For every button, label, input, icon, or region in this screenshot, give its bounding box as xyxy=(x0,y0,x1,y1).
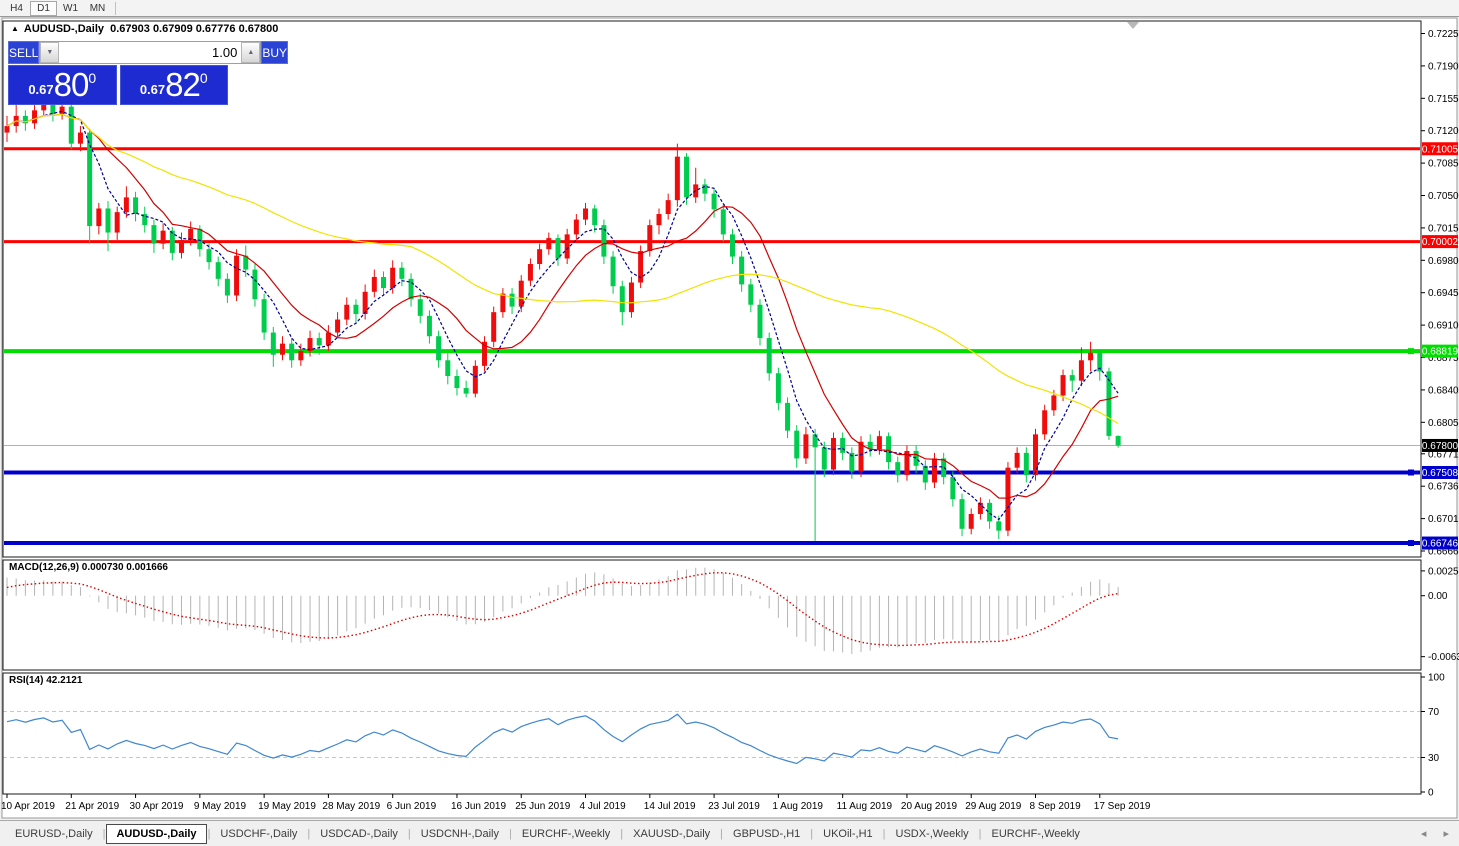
chart-ohlc-values: 0.67903 0.67909 0.67776 0.67800 xyxy=(110,23,278,35)
svg-text:0.00: 0.00 xyxy=(1428,591,1448,602)
tab-eurchf-weekly[interactable]: EURCHF-,Weekly xyxy=(983,825,1089,843)
svg-text:70: 70 xyxy=(1428,707,1440,718)
tab-xauusd-daily[interactable]: XAUUSD-,Daily xyxy=(624,825,719,843)
buy-price-point: 0 xyxy=(200,70,208,86)
svg-text:0.70850: 0.70850 xyxy=(1428,159,1459,170)
svg-text:0.70500: 0.70500 xyxy=(1428,191,1459,202)
svg-text:9 May 2019: 9 May 2019 xyxy=(194,801,247,812)
svg-text:0.69800: 0.69800 xyxy=(1428,256,1459,267)
rsi-label: RSI(14) 42.2121 xyxy=(9,675,82,686)
buy-price-pips: 82 xyxy=(165,67,200,103)
one-click-trading-panel: SELL ▼ ▲ BUY 0.67800 0.67820 xyxy=(8,41,228,105)
sell-price-prefix: 0.67 xyxy=(28,82,53,97)
svg-text:17 Sep 2019: 17 Sep 2019 xyxy=(1094,801,1151,812)
svg-text:30: 30 xyxy=(1428,753,1440,764)
tab-scroll-left-icon[interactable]: ◂ xyxy=(1421,828,1427,840)
svg-text:0.71900: 0.71900 xyxy=(1428,61,1459,72)
collapse-panel-icon[interactable]: ▲ xyxy=(11,24,19,33)
svg-text:20 Aug 2019: 20 Aug 2019 xyxy=(901,801,958,812)
chart-title-bar: ▲ AUDUSD-,Daily 0.67903 0.67909 0.67776 0… xyxy=(11,23,278,35)
tab-usdchf-daily[interactable]: USDCHF-,Daily xyxy=(211,825,306,843)
volume-increase-icon[interactable]: ▲ xyxy=(241,42,260,63)
sell-button[interactable]: SELL xyxy=(8,41,39,64)
svg-text:0.71200: 0.71200 xyxy=(1428,126,1459,137)
tab-audusd-daily[interactable]: AUDUSD-,Daily xyxy=(106,824,206,844)
sell-price-point: 0 xyxy=(88,70,96,86)
svg-text:0.67360: 0.67360 xyxy=(1428,482,1459,493)
svg-text:11 Aug 2019: 11 Aug 2019 xyxy=(837,801,893,812)
svg-text:0.68400: 0.68400 xyxy=(1428,385,1459,396)
svg-text:23 Jul 2019: 23 Jul 2019 xyxy=(708,801,760,812)
svg-text:6 Jun 2019: 6 Jun 2019 xyxy=(387,801,437,812)
svg-text:8 Sep 2019: 8 Sep 2019 xyxy=(1029,801,1081,812)
svg-text:30 Apr 2019: 30 Apr 2019 xyxy=(130,801,184,812)
volume-decrease-icon[interactable]: ▼ xyxy=(40,42,59,63)
tab-gbpusd-h1[interactable]: GBPUSD-,H1 xyxy=(724,825,809,843)
symbol-tab-bar: EURUSD-,Daily|AUDUSD-,Daily|USDCHF-,Dail… xyxy=(0,820,1459,846)
sell-price-pips: 80 xyxy=(54,67,89,103)
volume-input[interactable] xyxy=(59,42,241,63)
svg-text:-0.00632: -0.00632 xyxy=(1428,652,1459,663)
svg-text:0.69450: 0.69450 xyxy=(1428,288,1459,299)
sell-price-tile[interactable]: 0.67800 xyxy=(8,65,117,105)
tab-scroll-nav: ◂ ▸ xyxy=(1407,827,1449,840)
svg-text:29 Aug 2019: 29 Aug 2019 xyxy=(965,801,1022,812)
svg-text:0.002574: 0.002574 xyxy=(1428,566,1459,577)
tab-eurchf-weekly[interactable]: EURCHF-,Weekly xyxy=(513,825,619,843)
svg-text:0: 0 xyxy=(1428,788,1434,799)
buy-price-tile[interactable]: 0.67820 xyxy=(120,65,229,105)
buy-price-prefix: 0.67 xyxy=(140,82,165,97)
volume-stepper: ▼ ▲ xyxy=(39,41,261,64)
tab-scroll-right-icon[interactable]: ▸ xyxy=(1443,828,1449,840)
svg-text:0.69100: 0.69100 xyxy=(1428,321,1459,332)
svg-text:10 Apr 2019: 10 Apr 2019 xyxy=(1,801,55,812)
timeframe-button-mn[interactable]: MN xyxy=(84,1,111,16)
tab-usdcnh-daily[interactable]: USDCNH-,Daily xyxy=(412,825,508,843)
tab-usdx-weekly[interactable]: USDX-,Weekly xyxy=(887,825,978,843)
svg-text:100: 100 xyxy=(1428,673,1445,684)
timeframe-button-d1[interactable]: D1 xyxy=(30,1,57,16)
timeframe-button-h4[interactable]: H4 xyxy=(3,1,30,16)
svg-text:0.70150: 0.70150 xyxy=(1428,223,1459,234)
chart-symbol-period: AUDUSD-,Daily xyxy=(24,23,104,35)
tab-ukoil-h1[interactable]: UKOil-,H1 xyxy=(814,825,882,843)
svg-text:4 Jul 2019: 4 Jul 2019 xyxy=(580,801,627,812)
buy-button[interactable]: BUY xyxy=(261,41,288,64)
svg-text:25 Jun 2019: 25 Jun 2019 xyxy=(515,801,570,812)
macd-label: MACD(12,26,9) 0.000730 0.001666 xyxy=(9,562,168,573)
svg-text:0.68050: 0.68050 xyxy=(1428,418,1459,429)
svg-text:19 May 2019: 19 May 2019 xyxy=(258,801,316,812)
svg-text:21 Apr 2019: 21 Apr 2019 xyxy=(65,801,119,812)
svg-text:14 Jul 2019: 14 Jul 2019 xyxy=(644,801,696,812)
svg-text:16 Jun 2019: 16 Jun 2019 xyxy=(451,801,506,812)
svg-text:28 May 2019: 28 May 2019 xyxy=(322,801,380,812)
svg-text:0.68819: 0.68819 xyxy=(1422,347,1459,358)
timeframe-toolbar: H4D1W1MN xyxy=(0,0,1459,17)
svg-text:0.67508: 0.67508 xyxy=(1422,468,1459,479)
tab-eurusd-daily[interactable]: EURUSD-,Daily xyxy=(6,825,102,843)
svg-text:0.71005: 0.71005 xyxy=(1422,144,1459,155)
toolbar-separator xyxy=(115,2,116,15)
svg-text:0.67010: 0.67010 xyxy=(1428,514,1459,525)
svg-text:0.67800: 0.67800 xyxy=(1422,441,1459,452)
svg-text:1 Aug 2019: 1 Aug 2019 xyxy=(772,801,823,812)
tab-usdcad-daily[interactable]: USDCAD-,Daily xyxy=(311,825,407,843)
svg-text:0.72250: 0.72250 xyxy=(1428,29,1459,40)
svg-text:0.70002: 0.70002 xyxy=(1422,237,1459,248)
svg-text:0.66746: 0.66746 xyxy=(1422,539,1459,550)
svg-text:0.71550: 0.71550 xyxy=(1428,94,1459,105)
timeframe-button-w1[interactable]: W1 xyxy=(57,1,84,16)
price-chart[interactable]: 0.72250 0.71900 0.71550 0.71200 0.70850 0.705… xyxy=(0,0,1459,820)
